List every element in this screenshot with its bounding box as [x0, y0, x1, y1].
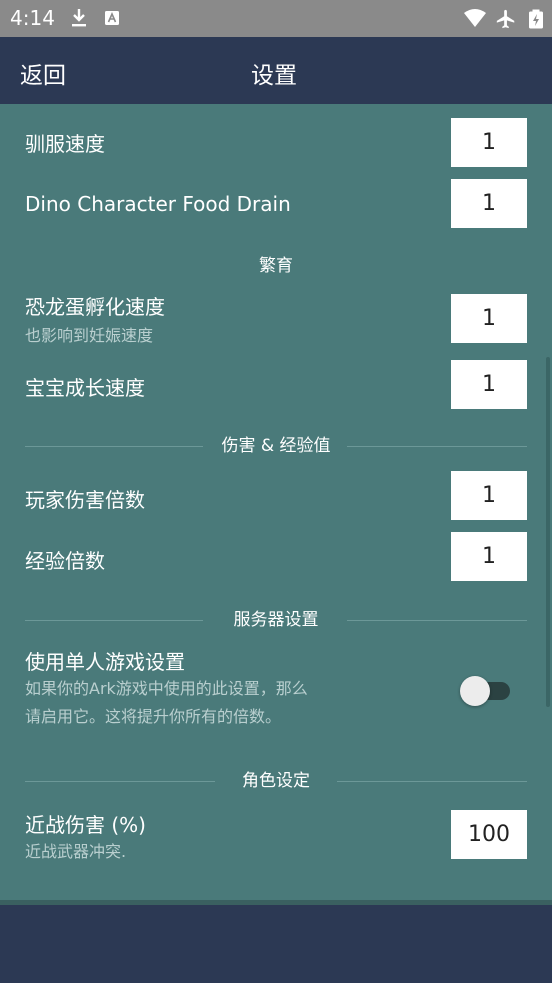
egg-hatch-subtitle: 也影响到妊娠速度 — [25, 326, 154, 345]
content-bottom-edge — [0, 900, 552, 905]
egg-hatch-input[interactable] — [451, 294, 527, 343]
melee-damage-input[interactable] — [451, 810, 527, 859]
server-section-title: 服务器设置 — [219, 610, 333, 630]
xp-multiplier-label: 经验倍数 — [25, 549, 105, 573]
toggle-thumb — [460, 676, 490, 706]
damage-section-header: 伤害 & 经验值 — [25, 434, 527, 458]
single-player-label: 使用单人游戏设置 — [25, 650, 185, 674]
food-drain-input[interactable] — [451, 179, 527, 228]
baby-growth-label: 宝宝成长速度 — [25, 376, 145, 400]
food-drain-label: Dino Character Food Drain — [25, 192, 291, 216]
player-damage-label: 玩家伤害倍数 — [25, 488, 145, 512]
battery-icon — [529, 9, 543, 29]
status-time: 4:14 — [10, 6, 55, 30]
breeding-section-header: 繁育 — [25, 254, 527, 278]
single-player-subtitle-line2: 请启用它。这将提升你所有的倍数。 — [25, 707, 282, 726]
xp-multiplier-input[interactable] — [451, 532, 527, 581]
scrollbar[interactable] — [546, 357, 550, 707]
character-section-title: 角色设定 — [228, 771, 324, 791]
taming-speed-input[interactable] — [451, 118, 527, 167]
status-bar: 4:14 — [0, 0, 552, 37]
settings-list[interactable]: 驯服速度 Dino Character Food Drain 繁育 恐龙蛋孵化速… — [0, 104, 552, 900]
page-title-text: 设置 — [251, 63, 297, 89]
download-icon — [72, 9, 86, 27]
server-section-header: 服务器设置 — [25, 608, 527, 632]
keyboard-a-icon — [105, 11, 119, 25]
page-title: 设置 — [0, 56, 552, 90]
single-player-subtitle-line1: 如果你的Ark游戏中使用的此设置，那么 — [25, 679, 308, 698]
melee-damage-subtitle: 近战武器冲突. — [25, 842, 127, 861]
app-bar: 返回 设置 — [0, 37, 552, 104]
player-damage-input[interactable] — [451, 471, 527, 520]
damage-section-title: 伤害 & 经验值 — [207, 436, 345, 456]
airplane-mode-icon — [496, 9, 515, 29]
baby-growth-input[interactable] — [451, 360, 527, 409]
wifi-icon — [464, 9, 486, 27]
taming-speed-label: 驯服速度 — [25, 132, 105, 156]
breeding-section-title: 繁育 — [245, 256, 307, 276]
egg-hatch-label: 恐龙蛋孵化速度 — [25, 295, 165, 319]
character-section-header: 角色设定 — [25, 769, 527, 793]
single-player-toggle[interactable] — [460, 676, 512, 706]
melee-damage-label: 近战伤害 (%) — [25, 813, 146, 837]
